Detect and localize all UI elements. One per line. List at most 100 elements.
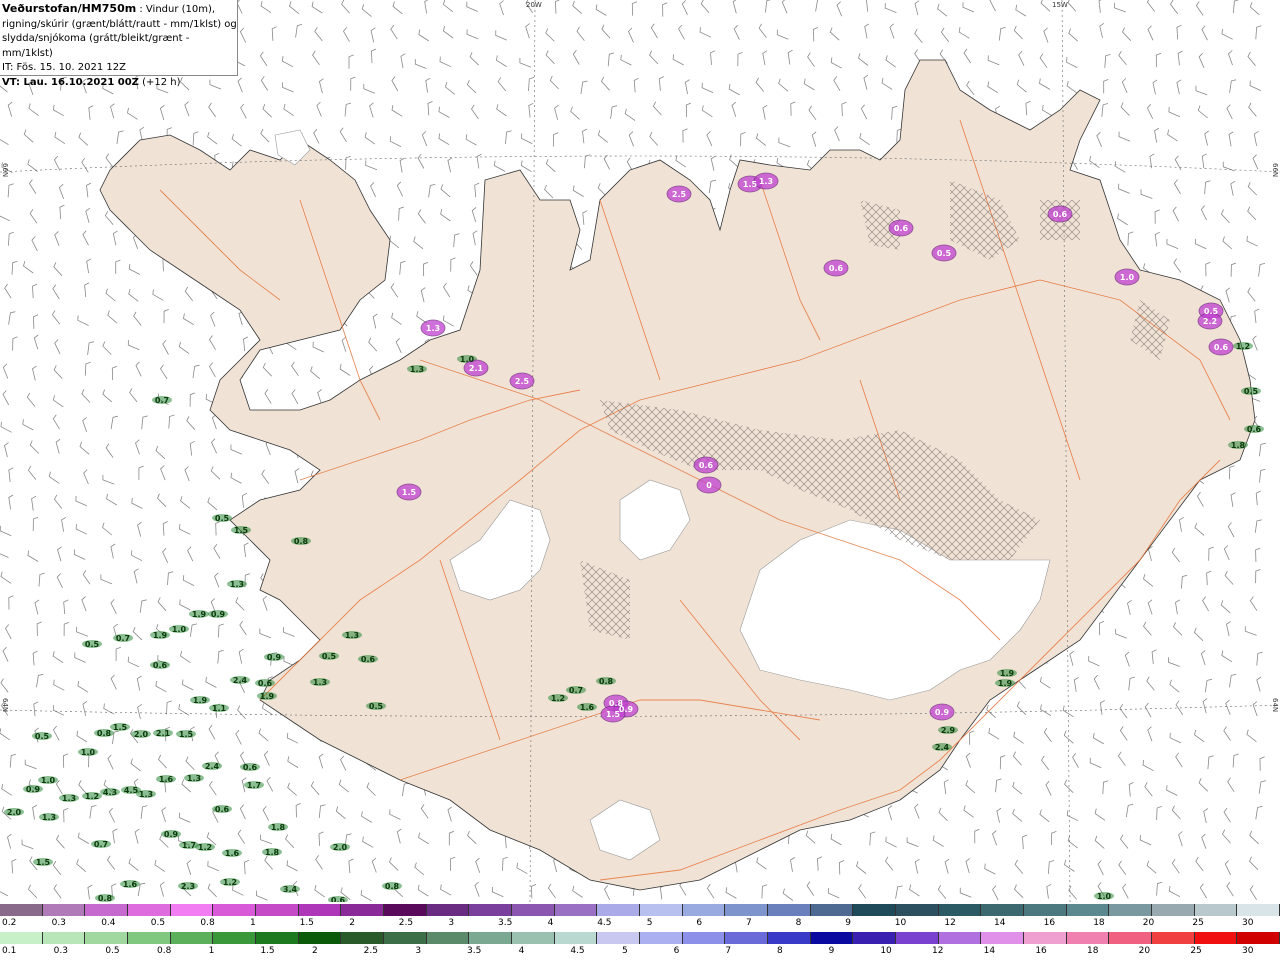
- legend-swatch: [938, 904, 982, 916]
- rain-value-label: 1.8: [271, 823, 286, 832]
- rain-value-label: 1.3: [345, 631, 359, 640]
- map-title: Veðurstofan/HM750m: [2, 2, 137, 15]
- legend-label: 0.8: [200, 918, 215, 928]
- rain-value-label: 1.0: [81, 748, 96, 757]
- rain-value-label: 0.8: [97, 729, 112, 738]
- rain-value-label: 0.7: [116, 634, 130, 643]
- legend-swatch: [1194, 904, 1238, 916]
- rain-value-label: 0.5: [215, 514, 230, 523]
- rain-value-label: 2.4: [205, 762, 220, 771]
- map-header: Veðurstofan/HM750m : Vindur (10m), rigni…: [0, 0, 238, 88]
- rain-value-label: 1.5: [234, 526, 249, 535]
- legend-swatch: [1066, 904, 1110, 916]
- legend-swatch: [554, 932, 598, 944]
- weather-map: 0.7 0.5 1.5 0.8 1.3 1.9 0.9 0.5 0.7 1.9 1.0 0.6 1.3 0…: [0, 0, 1280, 902]
- rain-value-label: 0.7: [155, 396, 169, 405]
- legend-label: 0.2: [2, 918, 17, 928]
- rain-value-label: 0.9: [267, 653, 282, 662]
- legend-label: 30: [1242, 946, 1254, 956]
- legend-swatch: [0, 932, 43, 944]
- rain-value-label: 1.2: [85, 792, 99, 801]
- legend-label: 9: [828, 946, 835, 956]
- lat-label-64n-right: 64N: [1271, 698, 1279, 713]
- rain-value-label: 2.9: [941, 726, 956, 735]
- rain-value-label: 0.9: [164, 830, 179, 839]
- rain-value-label: 1.9: [260, 692, 275, 701]
- rain-value-label: 0.7: [94, 840, 108, 849]
- legend-swatch: [1152, 904, 1195, 916]
- legend-label: 2.5: [363, 946, 378, 956]
- legend-label: 5: [646, 918, 653, 928]
- rain-value-label: 1.9: [192, 610, 207, 619]
- rain-value-label: 2.4: [935, 743, 950, 752]
- map-title-suffix: : Vindur (10m),: [136, 4, 216, 15]
- rain-value-label: 1.9: [193, 696, 208, 705]
- legend-swatch: [256, 932, 299, 944]
- rain-value-label: 1.7: [247, 781, 261, 790]
- rain-value-label: 1.1: [212, 704, 227, 713]
- legend-swatch: [938, 932, 982, 944]
- legend-swatch: [853, 932, 897, 944]
- legend-label: 4: [547, 918, 554, 928]
- legend-label: 30: [1242, 918, 1254, 928]
- legend-label: 10: [880, 946, 892, 956]
- legend-label: 7: [725, 946, 732, 956]
- rain-value-label: 0.9: [211, 610, 226, 619]
- map-subtitle-line3: slydda/snjókoma (grátt/bleikt/grænt - mm…: [2, 33, 190, 59]
- rain-value-label: 0.6: [153, 661, 168, 670]
- lon-label-20w: 20W: [526, 1, 542, 9]
- rain-value-label: 0.5: [322, 652, 337, 661]
- legend-label: 8: [777, 946, 783, 956]
- legend-swatch: [42, 932, 86, 944]
- snow-value-label: 2.5: [515, 377, 530, 386]
- legend-swatch: [426, 932, 470, 944]
- rain-value-label: 1.9: [153, 631, 168, 640]
- legend-swatch: [170, 932, 214, 944]
- snow-value-label: 1.3: [426, 324, 440, 333]
- map-subtitle-line2: rigning/skúrir (grænt/blátt/rautt - mm/1…: [2, 18, 237, 30]
- legend-swatch: [0, 904, 43, 916]
- snow-value-label: 2.1: [469, 364, 484, 373]
- legend-rain-labels: 0.1 0.3 0.5 0.8 1 1.5 2 2.5 3 3.5 4 4.5 5 6 7 8 9 10 12 14 1…: [0, 946, 1280, 957]
- rain-value-label: 0.8: [294, 537, 309, 546]
- rain-value-label: 3.4: [283, 885, 298, 894]
- legend-swatch: [426, 904, 470, 916]
- rain-value-label: 1.9: [1000, 669, 1015, 678]
- snow-value-label: 1.5: [743, 180, 758, 189]
- legend-label: 0.1: [2, 946, 17, 956]
- legend-snow-colorbar: [0, 904, 1280, 916]
- legend-swatch: [1237, 904, 1280, 916]
- legend-swatch: [85, 904, 129, 916]
- rain-value-label: 4.3: [103, 788, 117, 797]
- legend-label: 0.3: [53, 946, 68, 956]
- snow-value-label: 0.6: [1214, 343, 1229, 352]
- rain-value-label: 1.3: [139, 790, 153, 799]
- valid-time-offset: (+12 h): [138, 76, 181, 88]
- legend-swatch: [554, 904, 598, 916]
- legend-label: 20: [1138, 946, 1151, 956]
- legend-label: 1.5: [260, 946, 275, 956]
- legend-swatch: [682, 932, 726, 944]
- snow-value-label: 0.6: [1053, 210, 1068, 219]
- legend-swatch: [1194, 932, 1238, 944]
- legend-swatch: [768, 904, 811, 916]
- legend-swatch: [810, 932, 854, 944]
- rain-value-label: 0.6: [1247, 425, 1262, 434]
- legend-label: 0.4: [101, 918, 116, 928]
- legend-label: 18: [1087, 946, 1099, 956]
- snow-value-label: 2.2: [1203, 317, 1217, 326]
- legend-label: 0.8: [157, 946, 172, 956]
- legend-label: 1.5: [299, 918, 314, 928]
- legend-swatch: [384, 904, 427, 916]
- rain-value-label: 1.0: [460, 355, 475, 364]
- rain-value-label: 2.0: [134, 730, 149, 739]
- rain-value-label: 1.0: [41, 776, 56, 785]
- legend-swatch: [981, 904, 1025, 916]
- snow-value-label: 0.5: [937, 249, 952, 258]
- rain-value-label: 0.5: [85, 640, 100, 649]
- rain-value-label: 0.8: [599, 677, 614, 686]
- snow-value-label: 0.9: [619, 705, 634, 714]
- legend-swatch: [981, 932, 1025, 944]
- rain-value-label: 0.9: [26, 785, 41, 794]
- legend-swatch: [768, 932, 811, 944]
